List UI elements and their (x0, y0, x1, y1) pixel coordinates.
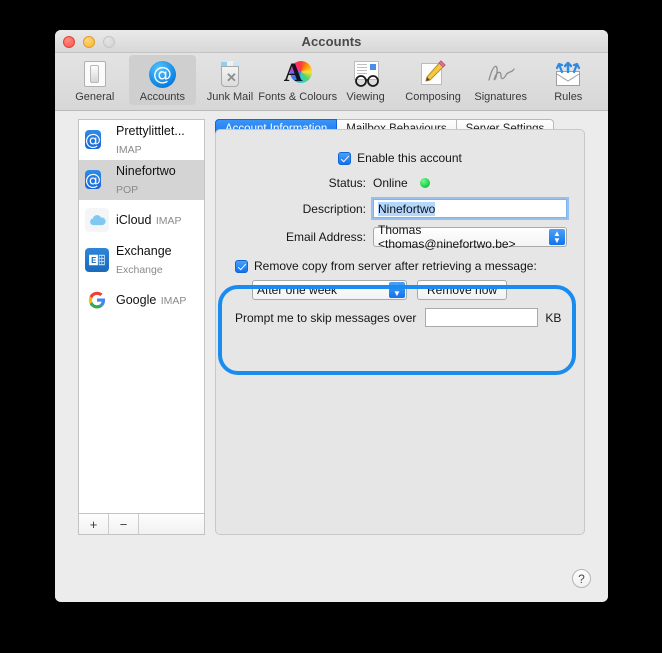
status-value: Online (373, 176, 408, 190)
sidebar-item-prettylittlet[interactable]: @ Prettylittlet... IMAP (79, 120, 204, 160)
status-row: Status: Online (216, 176, 584, 190)
zoom-button (103, 36, 115, 48)
prompt-skip-label: Prompt me to skip messages over (235, 310, 417, 325)
enable-account-checkbox[interactable] (338, 151, 352, 165)
sidebar-account-name: Ninefortwo (116, 164, 176, 178)
description-row: Description: Ninefortwo (216, 199, 584, 218)
accounts-preferences-window: Accounts General @ Accounts ✕ Junk Mail … (55, 30, 608, 602)
account-actions-area[interactable] (139, 514, 204, 534)
toolbar-item-junk-mail[interactable]: ✕ Junk Mail (196, 55, 264, 105)
toolbar-item-general[interactable]: General (61, 55, 129, 105)
chevron-updown-icon: ▲ ▼ (389, 282, 405, 298)
remove-when-row: After one week ▲ ▼ Remove now (216, 280, 584, 300)
accounts-at-icon: @ (145, 58, 179, 90)
sidebar-account-name: iCloud (116, 213, 152, 227)
sidebar-footer-toolbar: + − (78, 513, 205, 535)
remove-copy-group: Remove copy from server after retrieving… (216, 259, 584, 327)
rules-envelope-icon (551, 58, 585, 90)
sidebar-item-ninefortwo[interactable]: @ Ninefortwo POP (79, 160, 204, 200)
toolbar-item-rules[interactable]: Rules (534, 55, 602, 105)
viewing-glasses-icon (349, 58, 383, 90)
toolbar-label-rules: Rules (554, 91, 583, 103)
preferences-toolbar: General @ Accounts ✕ Junk Mail A Fonts &… (55, 53, 608, 111)
prompt-skip-input[interactable] (425, 308, 539, 327)
email-address-value: Thomas <thomas@ninefortwo.be> (378, 223, 516, 251)
exchange-icon: E (85, 248, 109, 272)
sidebar-item-exchange[interactable]: E Exchange Exchange (79, 240, 204, 280)
toolbar-item-viewing[interactable]: Viewing (332, 55, 400, 105)
at-mail-icon: @ (85, 170, 101, 189)
google-icon (85, 288, 109, 312)
composing-pencil-icon (416, 58, 450, 90)
sidebar-account-name: Google (116, 293, 157, 307)
signatures-icon (484, 58, 518, 90)
sidebar-account-type: IMAP (160, 295, 187, 307)
remove-when-dropdown[interactable]: After one week ▲ ▼ (252, 280, 407, 300)
status-label: Status: (328, 176, 366, 190)
toolbar-label-viewing: Viewing (346, 91, 385, 103)
toolbar-label-general: General (75, 91, 115, 103)
sidebar-account-name: Prettylittlet... (116, 124, 185, 138)
sidebar-account-type: POP (116, 184, 139, 196)
toolbar-label-composing: Composing (405, 91, 461, 103)
toolbar-item-composing[interactable]: Composing (399, 55, 467, 105)
email-address-row: Email Address: Thomas <thomas@ninefortwo… (216, 223, 584, 251)
sidebar-item-google[interactable]: Google IMAP (79, 280, 204, 320)
toolbar-label-accounts: Accounts (139, 91, 185, 103)
at-mail-icon: @ (85, 130, 101, 149)
icloud-icon (85, 208, 109, 232)
toolbar-item-accounts[interactable]: @ Accounts (128, 55, 197, 105)
description-value: Ninefortwo (378, 201, 436, 216)
status-online-indicator-icon (419, 178, 430, 188)
fonts-colours-icon: A (281, 58, 315, 90)
add-account-button[interactable]: + (79, 514, 109, 534)
email-address-label: Email Address: (285, 230, 366, 244)
sidebar-account-type: IMAP (116, 144, 142, 156)
preferences-body: @ Prettylittlet... IMAP @ Ninefortwo POP (55, 111, 608, 601)
sidebar-item-icloud[interactable]: iCloud IMAP (79, 200, 204, 240)
account-information-form: Enable this account Status: Online Descr… (216, 130, 584, 336)
toolbar-label-signatures: Signatures (474, 91, 527, 103)
junk-mail-icon: ✕ (213, 58, 247, 90)
chevron-updown-icon: ▲ ▼ (549, 229, 565, 245)
help-button[interactable]: ? (572, 569, 591, 588)
sidebar-account-type: IMAP (155, 215, 182, 227)
description-input[interactable]: Ninefortwo (373, 199, 567, 218)
toolbar-item-signatures[interactable]: Signatures (467, 55, 535, 105)
toolbar-label-junk-mail: Junk Mail (206, 91, 254, 103)
toolbar-item-fonts-colours[interactable]: A Fonts & Colours (258, 55, 337, 105)
remove-copy-checkbox[interactable] (235, 259, 248, 273)
remove-copy-row: Remove copy from server after retrieving… (216, 259, 584, 273)
enable-account-row: Enable this account (216, 151, 584, 165)
close-button[interactable] (63, 36, 75, 48)
enable-account-label: Enable this account (357, 151, 462, 165)
remove-now-button[interactable]: Remove now (417, 280, 508, 300)
window-titlebar: Accounts (55, 30, 608, 53)
sidebar-account-type: Exchange (116, 264, 163, 276)
minimize-button[interactable] (83, 36, 95, 48)
remove-when-value: After one week (257, 283, 338, 297)
sidebar-account-name: Exchange (116, 244, 172, 258)
svg-text:E: E (91, 256, 96, 265)
traffic-lights (63, 36, 115, 48)
account-information-panel: Enable this account Status: Online Descr… (215, 129, 585, 535)
accounts-sidebar[interactable]: @ Prettylittlet... IMAP @ Ninefortwo POP (78, 119, 205, 513)
prompt-skip-row: Prompt me to skip messages over KB (216, 308, 584, 327)
prompt-skip-unit: KB (545, 310, 562, 325)
window-title: Accounts (301, 34, 362, 49)
toolbar-label-fonts-colours: Fonts & Colours (258, 91, 338, 103)
remove-copy-label: Remove copy from server after retrieving… (254, 259, 537, 273)
description-label: Description: (302, 201, 366, 216)
remove-account-button[interactable]: − (109, 514, 139, 534)
general-icon (78, 58, 112, 90)
email-address-dropdown[interactable]: Thomas <thomas@ninefortwo.be> ▲ ▼ (373, 223, 567, 251)
